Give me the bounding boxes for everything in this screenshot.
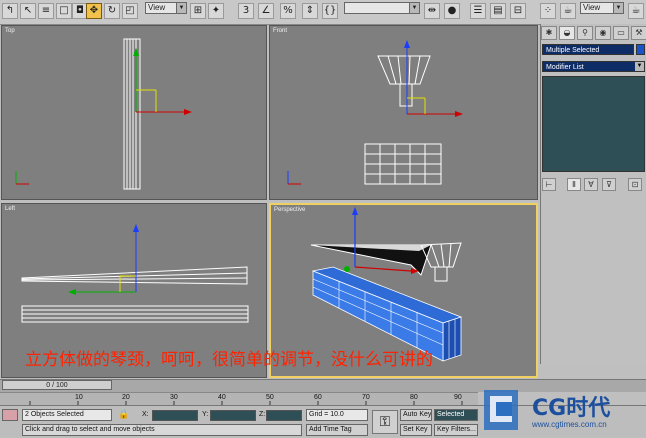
command-panel [540,24,646,364]
spinner-snap-icon[interactable]: ⇕ [302,3,318,19]
tick-label: 70 [362,394,370,401]
render-type-dropdown[interactable]: View ▼ [580,2,624,14]
maxscript-listener-icon[interactable] [2,409,18,421]
display-tab-icon[interactable]: ▭ [613,26,629,40]
key-filters-label: Key Filters... [437,426,476,433]
selection-count-field: 2 Objects Selected [22,409,112,421]
select-object-icon[interactable]: ↖ [20,3,36,19]
percent-snap-icon[interactable]: % [280,3,296,19]
align-icon[interactable]: ● [444,3,460,19]
angle-snap-icon[interactable]: ∠ [258,3,274,19]
tick-label: 90 [454,394,462,401]
time-slider[interactable]: 0 / 100 [2,380,112,390]
object-name-field[interactable]: Multiple Selected [542,44,634,55]
select-scale-icon[interactable]: ◰ [122,3,138,19]
create-tab-icon[interactable]: ✱ [541,26,557,40]
watermark-brand: CG时代 [532,396,611,421]
render-scene-icon[interactable]: ☕ [560,3,576,19]
auto-key-label: Auto Key [403,411,432,418]
command-panel-tabs: ✱ ◒ ⚲ ◉ ▭ ⚒ [541,26,646,40]
add-time-tag-label: Add Time Tag [309,426,352,433]
select-by-name-icon[interactable]: ≡ [38,3,54,19]
key-filter-selection[interactable]: Selected [434,409,478,421]
front-view-scene [287,40,463,185]
region-select-icon[interactable]: □ [56,3,72,19]
material-editor-icon[interactable]: ⁘ [540,3,556,19]
layer-manager-icon[interactable]: ☰ [470,3,486,19]
chevron-down-icon: ▼ [613,3,623,13]
object-color-swatch[interactable] [636,44,645,55]
reference-coord-value: View [148,3,166,12]
modify-tab-icon[interactable]: ◒ [559,26,575,40]
make-unique-icon[interactable]: ∀ [584,178,598,191]
tick-label: 80 [410,394,418,401]
top-view-scene [15,38,192,190]
tick-label: 40 [218,394,226,401]
chevron-down-icon: ▼ [409,3,419,13]
z-label: Z: [259,411,266,418]
select-link-icon[interactable]: ↰ [2,3,18,19]
watermark: CG时代 www.cgtimes.com.cn [478,384,646,436]
track-ticks [29,401,463,405]
named-selection-sets[interactable]: ▼ [344,2,420,14]
y-label: Y: [202,411,209,418]
tick-label: 50 [266,394,274,401]
named-selection-icon[interactable]: {} [322,3,338,19]
object-name-value: Multiple Selected [546,47,600,54]
tick-label: 30 [170,394,178,401]
set-key-button[interactable]: Set Key [400,424,432,436]
tick-label: 10 [75,394,83,401]
snap-value: 3 [242,5,250,16]
configure-sets-icon[interactable]: ⊡ [628,178,642,191]
auto-key-button[interactable]: Auto Key [400,409,432,421]
pivot-center-icon[interactable]: ⊞ [190,3,206,19]
reference-coord-dropdown[interactable]: View ▼ [145,2,187,14]
mirror-icon[interactable]: ⇹ [424,3,440,19]
y-coordinate-field[interactable] [210,410,256,421]
schematic-view-icon[interactable]: ⊟ [510,3,526,19]
select-rotate-icon[interactable]: ↻ [104,3,120,19]
quick-render-icon[interactable]: ☕ [628,3,644,19]
tick-label: 20 [122,394,130,401]
main-toolbar: ↰ ↖ ≡ □ ◘ ✥ ↻ ◰ View ▼ ⊞ ✦ 3 ∠ % ⇕ {} ▼ … [0,0,646,25]
lock-selection-icon[interactable]: 🔒 [118,409,129,421]
tick-label: 60 [314,394,322,401]
key-filter-selected: Selected [437,411,465,418]
caption-overlay: 立方体做的琴颈，呵呵，很简单的调节，没什么可讲的 [25,350,433,370]
prompt-line: Click and drag to select and move object… [22,424,302,436]
modifier-list-value: Modifier List [546,64,584,71]
select-manipulate-icon[interactable]: ✦ [208,3,224,19]
x-label: X: [142,411,149,418]
add-time-tag-button[interactable]: Add Time Tag [306,424,368,436]
set-key-label: Set Key [403,426,428,433]
utilities-tab-icon[interactable]: ⚒ [631,26,646,40]
grid-size-field: Grid = 10.0 [306,409,368,421]
render-type-value: View [583,3,601,12]
snap-toggle-icon[interactable]: 3 [238,3,254,19]
x-coordinate-field[interactable] [152,410,198,421]
hierarchy-tab-icon[interactable]: ⚲ [577,26,593,40]
track-bar[interactable]: 10 20 30 40 50 60 70 80 90 [0,392,478,405]
viewport-front[interactable]: Front [269,25,538,200]
grid-size: Grid = 10.0 [309,411,344,418]
time-slider-label: 0 / 100 [46,382,68,389]
show-end-result-icon[interactable]: Ⅱ [567,178,581,191]
key-filters-button[interactable]: Key Filters... [434,424,478,436]
z-coordinate-field[interactable] [266,410,302,421]
modifier-stack[interactable] [542,76,645,172]
select-move-icon[interactable]: ✥ [86,3,102,19]
viewport-top[interactable]: Top [1,25,267,200]
modifier-list-dropdown[interactable]: Modifier List ▼ [542,61,645,72]
prompt-text: Click and drag to select and move object… [25,426,155,433]
motion-tab-icon[interactable]: ◉ [595,26,611,40]
remove-modifier-icon[interactable]: ⊽ [602,178,616,191]
stack-toolbar: ⊢ Ⅱ ∀ ⊽ ⊡ [542,178,645,192]
selection-count: 2 Objects Selected [25,411,84,418]
set-key-icon[interactable]: ⚿ [372,410,398,434]
watermark-url: www.cgtimes.com.cn [532,420,607,429]
pin-stack-icon[interactable]: ⊢ [542,178,556,191]
chevron-down-icon: ▼ [635,62,644,71]
chevron-down-icon: ▼ [176,3,186,13]
curve-editor-icon[interactable]: ▤ [490,3,506,19]
